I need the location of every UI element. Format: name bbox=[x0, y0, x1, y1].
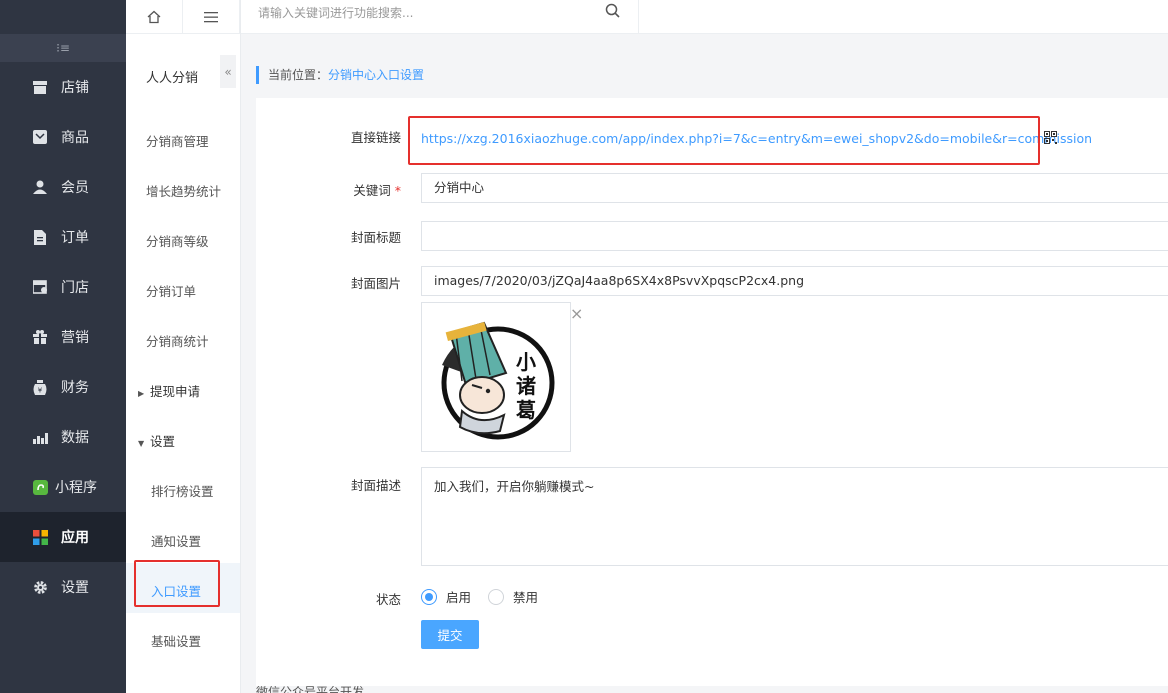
sidebar-item-label: 数据 bbox=[61, 430, 89, 446]
cover-image-input[interactable]: images/7/2020/03/jZQaJ4aa8p6SX4x8PsvvXpq… bbox=[421, 266, 1168, 296]
apps-icon bbox=[32, 529, 48, 545]
subnav-item-distributor-manage[interactable]: 分销商管理 bbox=[146, 131, 209, 150]
cover-image-preview[interactable]: 小 诸 葛 bbox=[421, 302, 571, 452]
subnav-group-label: 提现申请 bbox=[150, 384, 201, 399]
gear-icon bbox=[32, 579, 48, 595]
fold-sidebar-button[interactable]: « bbox=[220, 55, 236, 88]
logo-text-3: 葛 bbox=[515, 398, 536, 422]
sidebar-item-label: 应用 bbox=[61, 530, 89, 546]
sidebar-item-label: 店铺 bbox=[61, 80, 89, 96]
radio-label: 启用 bbox=[446, 590, 472, 605]
subnav-item-growth-stats[interactable]: 增长趋势统计 bbox=[146, 181, 221, 200]
sidebar-item-label: 设置 bbox=[61, 580, 89, 596]
cover-image-label: 封面图片 bbox=[350, 276, 401, 291]
shop-icon bbox=[32, 279, 48, 295]
svg-text:¥: ¥ bbox=[38, 386, 43, 394]
keyword-input[interactable]: 分销中心 bbox=[421, 173, 1168, 203]
main-sidebar: ⁝≡ 店铺 商品 会员 订单 门店 营销 ¥ 财务 数据 小程序 应用 设置 bbox=[0, 0, 126, 693]
highlight-box-direct-link bbox=[408, 116, 1040, 165]
logo-image: 小 诸 葛 bbox=[441, 321, 555, 440]
sub-sidebar-title: 人人分销 bbox=[146, 71, 199, 86]
submit-button[interactable]: 提交 bbox=[421, 620, 479, 649]
sidebar-item-member[interactable]: 会员 bbox=[0, 162, 126, 212]
sidebar-item-label: 营销 bbox=[61, 330, 89, 346]
caret-right-icon: ▶ bbox=[138, 389, 145, 398]
subnav-item-distribution-orders[interactable]: 分销订单 bbox=[146, 281, 196, 300]
chart-icon bbox=[32, 429, 48, 445]
radio-unchecked-icon bbox=[488, 588, 504, 605]
sidebar-item-store[interactable]: 店铺 bbox=[0, 62, 126, 112]
sidebar-item-miniapp[interactable]: 小程序 bbox=[0, 462, 126, 512]
menu-icon bbox=[204, 12, 218, 23]
order-icon bbox=[32, 229, 48, 245]
home-icon bbox=[147, 10, 161, 24]
status-label: 状态 bbox=[375, 592, 401, 607]
status-radio-on[interactable]: 启用 bbox=[421, 587, 471, 606]
cover-desc-textarea[interactable]: 加入我们，开启你躺赚模式~ bbox=[421, 467, 1168, 566]
form-panel: 直接链接 https://xzg.2016xiaozhuge.com/app/i… bbox=[256, 98, 1168, 686]
remove-image-button[interactable]: × bbox=[570, 304, 583, 323]
subnav-item-distributor-stats[interactable]: 分销商统计 bbox=[146, 331, 209, 350]
sidebar-item-order[interactable]: 订单 bbox=[0, 212, 126, 262]
subnav-group-withdraw[interactable]: ▶ 提现申请 bbox=[138, 381, 200, 400]
goods-icon bbox=[32, 129, 48, 145]
search-input[interactable]: 请输入关键词进行功能搜索... bbox=[241, 0, 639, 34]
sidebar-item-shop[interactable]: 门店 bbox=[0, 262, 126, 312]
radio-label: 禁用 bbox=[513, 590, 539, 605]
sidebar-item-settings[interactable]: 设置 bbox=[0, 562, 126, 612]
required-mark: * bbox=[394, 183, 401, 198]
money-bag-icon: ¥ bbox=[32, 379, 48, 395]
sidebar-item-label: 订单 bbox=[61, 230, 89, 246]
sidebar-header bbox=[0, 0, 126, 34]
search-placeholder: 请输入关键词进行功能搜索... bbox=[258, 6, 414, 20]
home-button[interactable] bbox=[126, 0, 183, 34]
sidebar-item-label: 财务 bbox=[61, 380, 89, 396]
qrcode-icon[interactable] bbox=[1044, 131, 1057, 144]
store-icon bbox=[32, 79, 48, 95]
keyword-label-text: 关键词 bbox=[353, 183, 391, 198]
sidebar-item-label: 小程序 bbox=[55, 480, 97, 496]
subnav-item-basic-settings[interactable]: 基础设置 bbox=[151, 631, 201, 650]
sub-sidebar-toolbar bbox=[126, 0, 240, 34]
menu-toggle-button[interactable] bbox=[183, 0, 240, 34]
cover-title-input[interactable] bbox=[421, 221, 1168, 251]
member-icon bbox=[32, 179, 48, 195]
keyword-label: 关键词 * bbox=[331, 180, 401, 199]
cover-desc-label: 封面描述 bbox=[350, 478, 401, 493]
subnav-group-label: 设置 bbox=[150, 434, 176, 449]
breadcrumb-prefix: 当前位置： bbox=[268, 68, 329, 82]
gift-icon bbox=[32, 329, 48, 345]
subnav-item-distributor-level[interactable]: 分销商等级 bbox=[146, 231, 209, 250]
cover-title-label: 封面标题 bbox=[350, 230, 401, 245]
logo-text-2: 诸 bbox=[516, 374, 536, 398]
sidebar-item-data[interactable]: 数据 bbox=[0, 412, 126, 462]
caret-down-icon: ▼ bbox=[138, 439, 145, 448]
sidebar-collapse-button[interactable]: ⁝≡ bbox=[0, 34, 126, 62]
sidebar-item-marketing[interactable]: 营销 bbox=[0, 312, 126, 362]
sub-sidebar: 人人分销 « 分销商管理 增长趋势统计 分销商等级 分销订单 分销商统计 ▶ 提现… bbox=[126, 0, 241, 693]
miniapp-icon bbox=[32, 479, 48, 495]
subnav-item-ranking-settings[interactable]: 排行榜设置 bbox=[151, 481, 214, 500]
breadcrumb-current[interactable]: 分销中心入口设置 bbox=[328, 68, 424, 82]
status-radio-off[interactable]: 禁用 bbox=[488, 587, 538, 606]
logo-text-1: 小 bbox=[516, 350, 536, 374]
radio-checked-icon bbox=[421, 588, 437, 605]
top-bar: 请输入关键词进行功能搜索... bbox=[241, 0, 1168, 34]
highlight-box-entry-settings bbox=[134, 560, 220, 607]
footer-text: 微信公众号平台开发 bbox=[256, 686, 365, 693]
subnav-item-notice-settings[interactable]: 通知设置 bbox=[151, 531, 201, 550]
sidebar-item-finance[interactable]: ¥ 财务 bbox=[0, 362, 126, 412]
sidebar-item-label: 会员 bbox=[61, 180, 89, 196]
sidebar-item-label: 门店 bbox=[61, 280, 89, 296]
search-icon[interactable] bbox=[605, 3, 621, 19]
sidebar-item-goods[interactable]: 商品 bbox=[0, 112, 126, 162]
sidebar-item-apps[interactable]: 应用 bbox=[0, 512, 126, 562]
direct-link-label: 直接链接 bbox=[350, 130, 401, 145]
sidebar-item-label: 商品 bbox=[61, 130, 89, 146]
subnav-group-settings[interactable]: ▼ 设置 bbox=[138, 431, 175, 450]
breadcrumb: 当前位置：分销中心入口设置 bbox=[256, 66, 424, 84]
